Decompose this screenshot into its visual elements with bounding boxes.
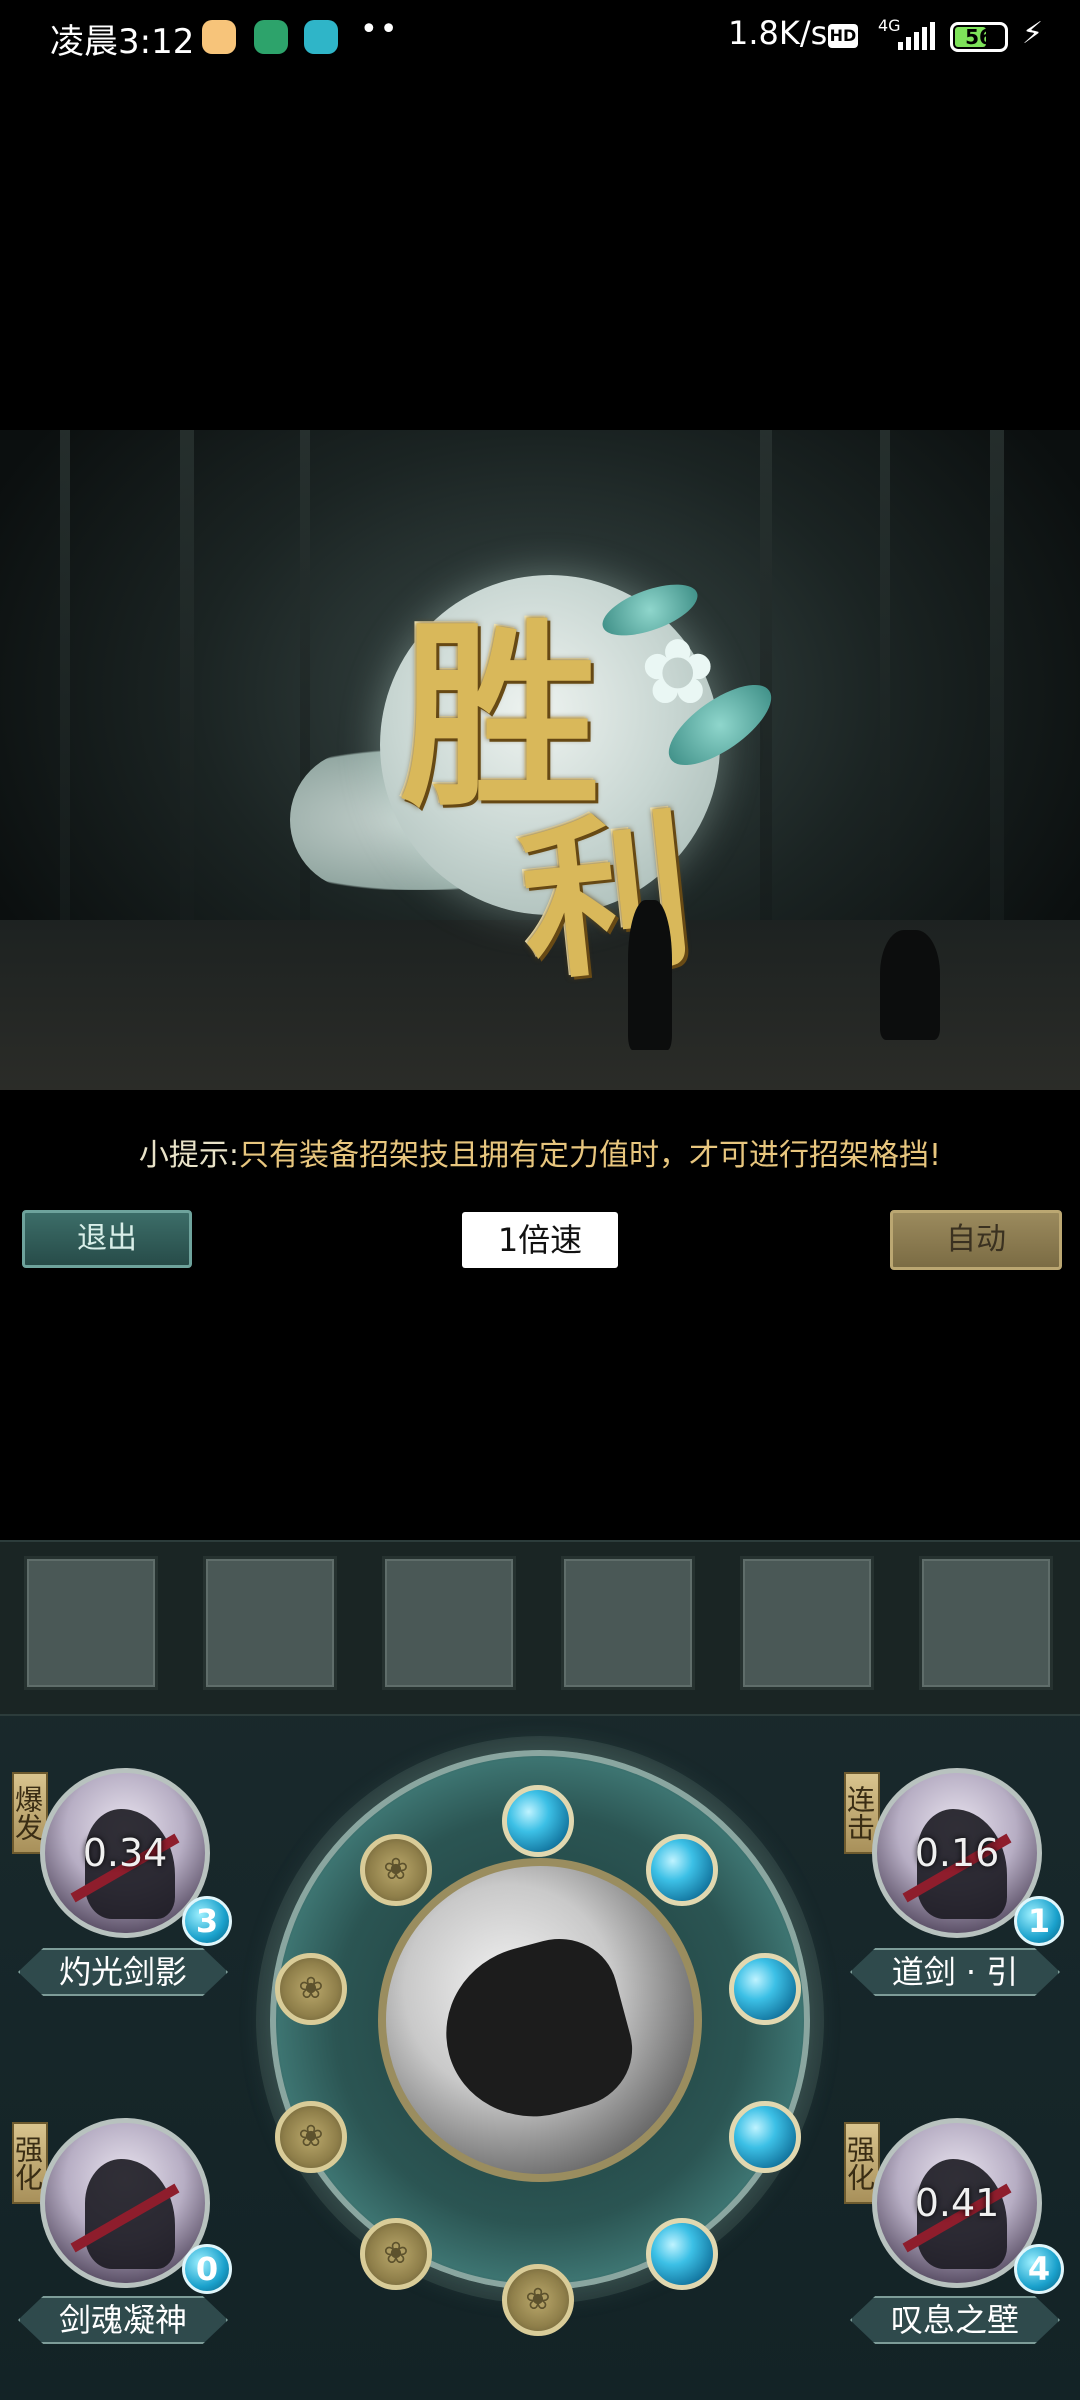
enemy-character — [880, 930, 940, 1040]
security-shield-icon — [254, 20, 288, 54]
status-bar: 凌晨3:12 •• 1.8K/s HD 4G 56 ⚡ — [0, 0, 1080, 78]
item-slot[interactable] — [919, 1556, 1053, 1690]
energy-orb-filled — [502, 1785, 574, 1857]
hero-character — [628, 900, 672, 1050]
tip-label: 小提示: — [138, 1138, 240, 1173]
skill-name: 道剑 · 引 — [850, 1948, 1060, 1996]
battery-level: 56 — [965, 25, 993, 49]
skill-count-badge: 0 — [182, 2244, 232, 2294]
victory-title-char-2: 利 — [511, 789, 702, 1007]
more-notifications-icon: •• — [360, 12, 400, 47]
item-slot[interactable] — [382, 1556, 516, 1690]
item-slot[interactable] — [740, 1556, 874, 1690]
skill-cooldown: 0.41 — [914, 2181, 1000, 2225]
lotus-flower-icon: ✿ — [640, 620, 716, 725]
speed-button[interactable]: 1倍速 — [462, 1212, 618, 1268]
energy-orb-filled — [646, 2218, 718, 2290]
status-time: 凌晨3:12 — [50, 22, 195, 62]
energy-orb-empty — [502, 2264, 574, 2336]
skill-count-badge: 4 — [1014, 2244, 1064, 2294]
victory-banner: ✿ 胜 利 — [0, 430, 1080, 1090]
character-silhouette — [427, 1925, 645, 2137]
battery-icon: 56 — [950, 22, 1008, 52]
energy-orb-filled — [729, 2101, 801, 2173]
skill-count-badge: 3 — [182, 1896, 232, 1946]
skill-cooldown: 0.34 — [82, 1831, 168, 1875]
energy-orb-empty — [360, 1834, 432, 1906]
auto-button[interactable]: 自动 — [890, 1210, 1062, 1270]
hd-icon: HD — [828, 24, 858, 48]
signal-icon — [898, 22, 935, 50]
charging-icon: ⚡ — [1022, 16, 1044, 51]
skill-count-badge: 1 — [1014, 1896, 1064, 1946]
character-portrait[interactable] — [378, 1858, 702, 2182]
item-slot[interactable] — [561, 1556, 695, 1690]
skill-name: 叹息之壁 — [850, 2296, 1060, 2344]
energy-orb-empty — [360, 2218, 432, 2290]
message-notification-icon — [202, 20, 236, 54]
energy-orb-filled — [729, 1953, 801, 2025]
tip-text: 只有装备招架技且拥有定力值时，才可进行招架格挡! — [239, 1138, 942, 1173]
item-slot[interactable] — [203, 1556, 337, 1690]
skill-name: 剑魂凝神 — [18, 2296, 228, 2344]
item-slot-bar — [0, 1540, 1080, 1716]
exit-button[interactable]: 退出 — [22, 1210, 192, 1268]
skill-cooldown: 0.16 — [914, 1831, 1000, 1875]
skill-name: 灼光剑影 — [18, 1948, 228, 1996]
energy-orb-empty — [275, 1953, 347, 2025]
energy-orb-empty — [275, 2101, 347, 2173]
tip-line: 小提示:只有装备招架技且拥有定力值时，才可进行招架格挡! — [0, 1130, 1080, 1174]
network-speed: 1.8K/s — [728, 14, 828, 52]
app-notification-icon — [304, 20, 338, 54]
energy-orb-filled — [646, 1834, 718, 1906]
item-slot[interactable] — [24, 1556, 158, 1690]
